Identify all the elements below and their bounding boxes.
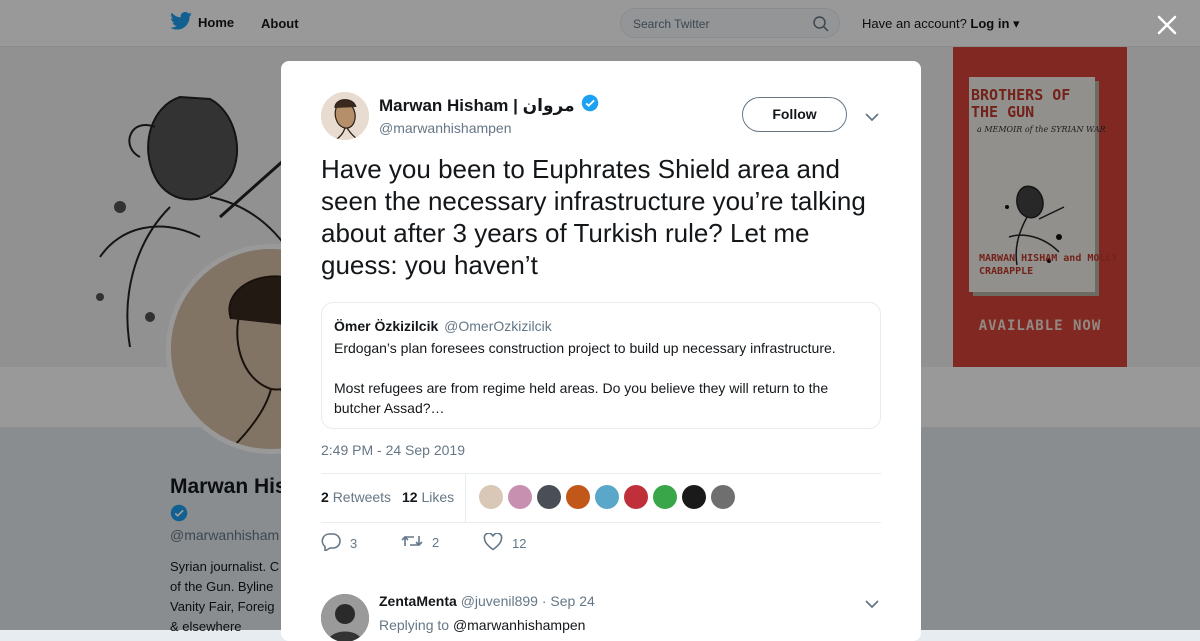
chevron-down-icon[interactable] — [865, 596, 879, 614]
reply-avatar[interactable] — [321, 594, 369, 641]
follow-button[interactable]: Follow — [742, 97, 847, 132]
tweet-stats: 2 Retweets 12 Likes — [321, 473, 881, 523]
retweet-count: 2 — [432, 535, 440, 550]
author-avatar[interactable] — [321, 92, 369, 140]
chevron-down-icon[interactable] — [865, 109, 879, 127]
reply-icon — [321, 533, 341, 554]
author-name: Marwan Hisham | مروان — [379, 95, 575, 115]
retweets-count: 2 — [321, 489, 329, 505]
liker-avatar[interactable] — [653, 485, 677, 509]
tweet-modal: Marwan Hisham | مروان @marwanhishampen F… — [281, 61, 921, 641]
replying-prefix: Replying to — [379, 617, 450, 633]
reply-handle[interactable]: @juvenil899 — [461, 593, 538, 609]
liker-avatar[interactable] — [537, 485, 561, 509]
likes-label: Likes — [421, 489, 455, 505]
likes-count: 12 — [402, 489, 418, 505]
reply-name[interactable]: ZentaMenta — [379, 593, 457, 609]
tweet-text: Have you been to Euphrates Shield area a… — [321, 154, 866, 280]
tweet-actions: 3 2 12 — [321, 531, 881, 555]
author-avatar-sketch — [321, 92, 369, 140]
retweet-icon — [401, 533, 423, 552]
quoted-text-line: Most refugees are from regime held areas… — [334, 380, 829, 416]
close-icon[interactable] — [1152, 10, 1182, 40]
retweets-stat[interactable]: 2 Retweets — [321, 489, 391, 505]
tweet-timestamp[interactable]: 2:49 PM - 24 Sep 2019 — [321, 442, 465, 458]
liker-avatar[interactable] — [508, 485, 532, 509]
reply-action[interactable]: 3 — [321, 533, 357, 554]
liker-avatar[interactable] — [682, 485, 706, 509]
quoted-header: Ömer Özkizilcik @OmerOzkizilcik — [334, 318, 552, 334]
like-count: 12 — [512, 536, 527, 551]
author-handle[interactable]: @marwanhishampen — [379, 120, 512, 136]
reply-avatar-photo — [321, 594, 369, 641]
liker-avatar[interactable] — [711, 485, 735, 509]
quoted-handle: @OmerOzkizilcik — [444, 318, 552, 334]
reply-count: 3 — [350, 536, 358, 551]
reply-header: ZentaMenta @juvenil899 · Sep 24 — [379, 593, 595, 609]
retweets-label: Retweets — [332, 489, 392, 505]
liker-avatar[interactable] — [479, 485, 503, 509]
verified-badge-icon — [581, 94, 599, 117]
liker-avatar[interactable] — [624, 485, 648, 509]
liker-avatars — [479, 485, 735, 509]
author-name-row[interactable]: Marwan Hisham | مروان — [379, 94, 599, 117]
heart-icon — [483, 532, 503, 554]
replying-to: Replying to @marwanhishampen — [379, 617, 585, 633]
reply-date[interactable]: · Sep 24 — [542, 593, 595, 609]
like-action[interactable]: 12 — [483, 532, 527, 554]
liker-avatar[interactable] — [595, 485, 619, 509]
quoted-tweet[interactable]: Ömer Özkizilcik @OmerOzkizilcik Erdogan’… — [321, 302, 881, 429]
quoted-text-line: Erdogan’s plan foresees construction pro… — [334, 340, 836, 356]
likes-stat[interactable]: 12 Likes — [402, 489, 454, 505]
replying-to-handle[interactable]: @marwanhishampen — [453, 617, 586, 633]
divider — [465, 474, 466, 522]
quoted-name: Ömer Özkizilcik — [334, 318, 439, 334]
retweet-action[interactable]: 2 — [401, 533, 439, 552]
liker-avatar[interactable] — [566, 485, 590, 509]
